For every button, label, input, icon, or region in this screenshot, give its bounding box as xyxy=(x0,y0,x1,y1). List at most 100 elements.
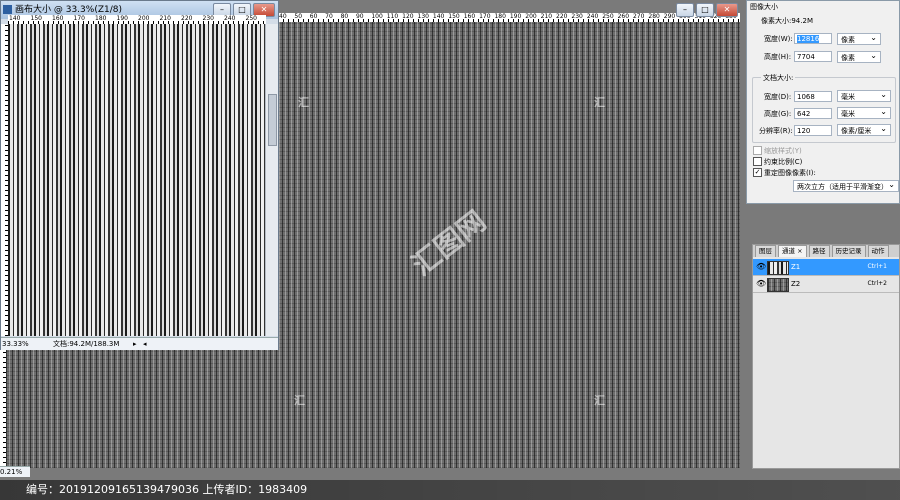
watermark-small-3: 汇 xyxy=(294,394,305,407)
canvas-status-bar: 33.33% 文档:94.2M/188.3M ▸ ◂ xyxy=(1,337,278,350)
main-window-controls: – □ ✕ xyxy=(676,3,738,17)
ruler-number: 270 xyxy=(632,13,645,20)
layer-name: Z2 xyxy=(791,280,801,288)
resample-method-select[interactable]: 两次立方（适用于平滑渐变） xyxy=(793,179,899,192)
scale-styles-checkbox[interactable] xyxy=(753,146,762,155)
layer-name: Z1 xyxy=(791,263,801,271)
canvas-window[interactable]: 画布大小 @ 33.3%(Z1/8) – □ ✕ 140 150 160 170 180… xyxy=(0,0,279,350)
ruler-number: 230 xyxy=(571,13,583,20)
ruler-number: 160 xyxy=(463,13,476,20)
main-status-bar: 0.21% xyxy=(0,466,30,477)
canvas-window-title: 画布大小 @ 33.3%(Z1/8) xyxy=(15,5,122,15)
ruler-number: 230 xyxy=(202,15,214,22)
ruler-number: 180 xyxy=(95,15,107,22)
canvas-status-arrow-icon[interactable]: ▸ xyxy=(133,338,137,350)
width-input[interactable]: 12816 xyxy=(794,33,832,44)
doc-width-label: 宽度(D): xyxy=(764,93,792,101)
visibility-eye-icon[interactable]: 👁 xyxy=(756,262,766,272)
channels-panel[interactable]: 图层 通道 × 路径 历史记录 动作 👁 Z1 Ctrl+1 👁 Z2 Ctrl+2 xyxy=(752,244,900,469)
ruler-number: 170 xyxy=(479,13,491,20)
constrain-checkbox[interactable] xyxy=(753,157,762,166)
main-maximize-button[interactable]: □ xyxy=(696,3,714,17)
ruler-number: 280 xyxy=(648,13,660,20)
ruler-number: 210 xyxy=(159,15,171,22)
constrain-label: 约束比例(C) xyxy=(764,158,803,166)
main-close-button[interactable]: ✕ xyxy=(716,3,738,17)
width-unit-select[interactable]: 像素 xyxy=(837,32,881,45)
ruler-number: 200 xyxy=(525,13,537,20)
height-unit-select[interactable]: 像素 xyxy=(837,50,881,63)
ruler-number: 80 xyxy=(340,13,349,20)
height-input[interactable]: 7704 xyxy=(794,51,832,62)
ruler-number: 220 xyxy=(181,15,193,22)
watermark-small-4: 汇 xyxy=(594,394,605,407)
ruler-number: 210 xyxy=(540,13,553,20)
ruler-number: 70 xyxy=(325,13,333,20)
ruler-number: 150 xyxy=(30,15,42,22)
canvas-zoom-readout: 33.33% xyxy=(2,340,29,348)
canvas-image[interactable] xyxy=(8,24,266,336)
ruler-number: 260 xyxy=(617,13,630,20)
resolution-input[interactable]: 120 xyxy=(794,125,832,136)
resample-checkbox[interactable]: ✓ xyxy=(753,168,762,177)
layer-shortcut: Ctrl+2 xyxy=(867,280,887,287)
ruler-number: 100 xyxy=(371,13,383,20)
canvas-hscroll-left-icon[interactable]: ◂ xyxy=(143,338,147,350)
photoshop-icon xyxy=(3,5,12,14)
ruler-number: 140 xyxy=(9,15,21,22)
image-size-dialog[interactable]: 图像大小 像素大小:94.2M 宽度(W): 12816 像素 高度(H): 7… xyxy=(746,0,900,204)
panel-tab-1[interactable]: 通道 × xyxy=(778,245,807,257)
panel-tab-4[interactable]: 动作 xyxy=(867,245,889,257)
ruler-number: 160 xyxy=(52,15,64,22)
ruler-number: 140 xyxy=(432,13,445,20)
footer-text: 编号：20191209165139479036 上传者ID：1983409 xyxy=(26,483,308,496)
footer-bar: 编号：20191209165139479036 上传者ID：1983409 xyxy=(0,480,900,500)
ruler-number: 190 xyxy=(116,15,128,22)
ruler-number: 250 xyxy=(245,15,257,22)
ruler-number: 180 xyxy=(494,13,506,20)
panel-tab-3[interactable]: 历史记录 xyxy=(831,245,866,257)
canvas-ruler-left xyxy=(1,24,8,336)
layer-row[interactable]: 👁 Z2 Ctrl+2 xyxy=(753,276,899,293)
doc-height-input[interactable]: 642 xyxy=(794,108,832,119)
width-label: 宽度(W): xyxy=(764,35,793,43)
canvas-vscroll-thumb[interactable] xyxy=(268,94,277,146)
canvas-vertical-scrollbar[interactable] xyxy=(265,24,278,336)
doc-height-label: 高度(G): xyxy=(764,110,792,118)
panel-tab-2[interactable]: 路径 xyxy=(808,245,830,257)
resolution-label: 分辨率(R): xyxy=(759,127,793,135)
main-ruler-top: 40 50 60 70 80 90 100 110 120 130 140 150 160 170 180 1… xyxy=(278,13,740,22)
layer-shortcut: Ctrl+1 xyxy=(867,263,887,270)
ruler-number: 220 xyxy=(556,13,568,20)
ruler-number: 240 xyxy=(224,15,236,22)
doc-width-unit-select[interactable]: 毫米 xyxy=(837,89,891,102)
main-minimize-button[interactable]: – xyxy=(676,3,694,17)
visibility-eye-icon[interactable]: 👁 xyxy=(756,279,766,289)
ruler-number: 110 xyxy=(386,13,399,20)
canvas-doc-size: 文档:94.2M/188.3M xyxy=(53,340,120,348)
panel-tab-0[interactable]: 图层 xyxy=(755,245,776,257)
ruler-number: 150 xyxy=(448,13,460,20)
ruler-number: 190 xyxy=(509,13,522,20)
layer-thumbnail xyxy=(767,278,789,292)
watermark-small-2: 汇 xyxy=(594,96,605,109)
doc-width-input[interactable]: 1068 xyxy=(794,91,832,102)
main-ruler-left xyxy=(0,348,6,468)
resample-label: 重定图像像素(I): xyxy=(764,169,816,177)
ruler-number: 130 xyxy=(417,13,429,20)
panel-tabs: 图层 通道 × 路径 历史记录 动作 xyxy=(753,245,899,257)
ruler-number: 40 xyxy=(279,13,287,20)
ruler-number: 240 xyxy=(586,13,599,20)
canvas-ruler-top: 140150160170180190200210220230240250260 xyxy=(8,15,266,24)
pixel-size-label: 像素大小:94.2M xyxy=(761,17,813,25)
layer-thumbnail xyxy=(767,261,789,275)
ruler-number: 120 xyxy=(402,13,414,20)
ruler-number: 50 xyxy=(294,13,303,20)
doc-size-label: 文档大小: xyxy=(761,73,796,83)
resolution-unit-select[interactable]: 像素/厘米 xyxy=(837,123,891,136)
layer-row[interactable]: 👁 Z1 Ctrl+1 xyxy=(753,259,899,276)
watermark-small-1: 汇 xyxy=(298,96,309,109)
height-label: 高度(H): xyxy=(764,53,792,61)
doc-height-unit-select[interactable]: 毫米 xyxy=(837,106,891,119)
main-zoom-readout: 0.21% xyxy=(0,468,23,476)
